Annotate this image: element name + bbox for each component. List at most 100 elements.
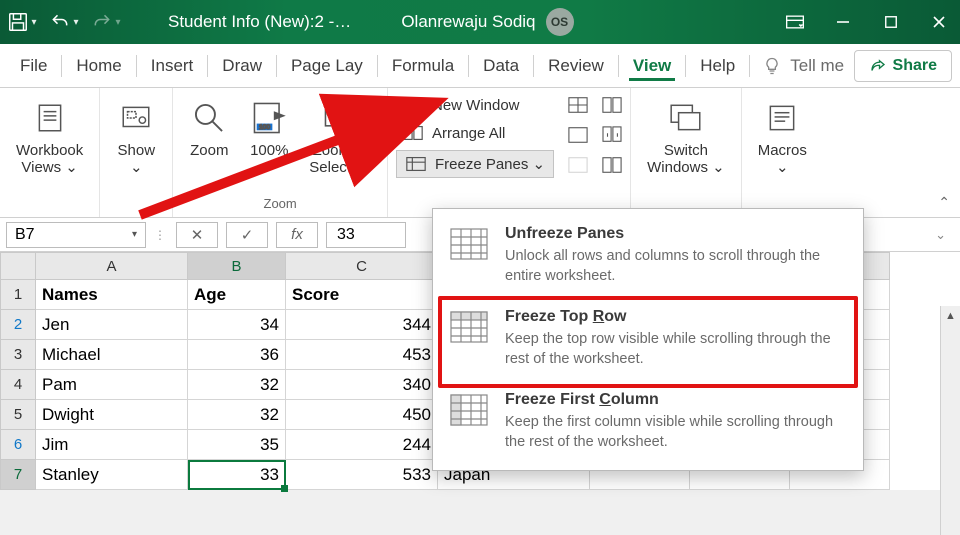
tab-file[interactable]: File	[8, 48, 59, 84]
document-title: Student Info (New):2 -…	[168, 12, 351, 32]
cell[interactable]: Age	[188, 280, 286, 310]
col-header-B[interactable]: B	[188, 252, 286, 280]
workbook-views-icon	[30, 98, 70, 138]
user-initials-badge[interactable]: OS	[546, 8, 574, 36]
tab-home[interactable]: Home	[64, 48, 133, 84]
cell[interactable]: Dwight	[36, 400, 188, 430]
macros-label: Macros ⌄	[758, 142, 807, 177]
tab-draw[interactable]: Draw	[210, 48, 274, 84]
row-header-3[interactable]: 3	[0, 340, 36, 370]
col-header-A[interactable]: A	[36, 252, 188, 280]
freeze-first-col-item[interactable]: Freeze First ColumnKeep the first column…	[433, 381, 863, 464]
tell-me[interactable]: Tell me	[762, 56, 844, 76]
cell[interactable]: 453	[286, 340, 438, 370]
fbar-handle-icon[interactable]: ⋮	[154, 228, 168, 242]
unhide-icon[interactable]	[568, 156, 590, 178]
ribbon-view: Workbook Views ⌄ Show ⌄ Zoom 100 100% Zo…	[0, 88, 960, 218]
minimize-icon[interactable]	[832, 11, 854, 33]
menu-bar: File Home Insert Draw Page Lay Formula D…	[0, 44, 960, 88]
cell[interactable]: Names	[36, 280, 188, 310]
cancel-entry-icon[interactable]: ✕	[176, 222, 218, 248]
zoom-group-label: Zoom	[264, 196, 297, 211]
arrange-all-button[interactable]: Arrange All	[396, 122, 554, 144]
cell[interactable]: 34	[188, 310, 286, 340]
cell[interactable]: Stanley	[36, 460, 188, 490]
cell[interactable]: Michael	[36, 340, 188, 370]
cell[interactable]: 450	[286, 400, 438, 430]
active-cell[interactable]: 33	[188, 460, 286, 490]
cell[interactable]: 32	[188, 370, 286, 400]
cell[interactable]: 344	[286, 310, 438, 340]
reset-pos-icon[interactable]	[602, 156, 624, 178]
freeze-panes-dropdown: Unfreeze PanesUnlock all rows and column…	[432, 208, 864, 471]
new-window-label: New Window	[432, 97, 520, 114]
freeze-first-col-title: Freeze First Column	[505, 391, 847, 409]
row-header-5[interactable]: 5	[0, 400, 36, 430]
switch-windows-label: Switch Windows ⌄	[647, 142, 725, 177]
save-icon[interactable]: ▾	[10, 10, 34, 34]
bulb-icon	[762, 56, 782, 76]
cell[interactable]: Score	[286, 280, 438, 310]
tab-help[interactable]: Help	[688, 48, 747, 84]
cell[interactable]: Jim	[36, 430, 188, 460]
unfreeze-desc: Unlock all rows and columns to scroll th…	[505, 247, 847, 286]
cell[interactable]: 340	[286, 370, 438, 400]
zoom-100-button[interactable]: 100 100%	[243, 94, 295, 181]
tab-insert[interactable]: Insert	[139, 48, 206, 84]
vertical-scrollbar[interactable]: ▲	[940, 306, 960, 535]
ribbon-options-icon[interactable]	[784, 11, 806, 33]
new-window-icon	[402, 96, 424, 114]
cell[interactable]: Pam	[36, 370, 188, 400]
arrange-all-label: Arrange All	[432, 125, 505, 142]
select-all-corner[interactable]	[0, 252, 36, 280]
row-header-4[interactable]: 4	[0, 370, 36, 400]
freeze-top-row-item[interactable]: Freeze Top RowKeep the top row visible w…	[433, 298, 863, 381]
cell[interactable]: 35	[188, 430, 286, 460]
tab-pagelayout[interactable]: Page Lay	[279, 48, 375, 84]
accept-entry-icon[interactable]: ✓	[226, 222, 268, 248]
share-button[interactable]: Share	[854, 50, 952, 82]
formula-value[interactable]: 33	[326, 222, 406, 248]
zoom-100-icon: 100	[249, 98, 289, 138]
hide-icon[interactable]	[568, 126, 590, 148]
macros-button[interactable]: Macros ⌄	[752, 94, 813, 181]
undo-icon[interactable]: ▾	[52, 10, 76, 34]
tab-data[interactable]: Data	[471, 48, 531, 84]
zoom-button[interactable]: Zoom	[183, 94, 235, 181]
close-icon[interactable]	[928, 11, 950, 33]
user-name: Olanrewaju Sodiq	[401, 12, 535, 32]
unfreeze-panes-item[interactable]: Unfreeze PanesUnlock all rows and column…	[433, 215, 863, 298]
tab-view[interactable]: View	[621, 48, 683, 84]
cell[interactable]: 32	[188, 400, 286, 430]
cell[interactable]: Jen	[36, 310, 188, 340]
cell[interactable]: 36	[188, 340, 286, 370]
name-box[interactable]: B7▾	[6, 222, 146, 248]
show-button[interactable]: Show ⌄	[110, 94, 162, 181]
collapse-ribbon-icon[interactable]: ⌃	[938, 194, 950, 211]
tab-formulas[interactable]: Formula	[380, 48, 466, 84]
row-header-1[interactable]: 1	[0, 280, 36, 310]
expand-fbar-icon[interactable]: ⌄	[935, 227, 954, 243]
col-header-C[interactable]: C	[286, 252, 438, 280]
fx-icon[interactable]: fx	[276, 222, 318, 248]
zoom-100-label: 100%	[250, 142, 288, 159]
zoom-selection-button[interactable]: Zoom to Selection	[303, 94, 377, 181]
split-icon[interactable]	[568, 96, 590, 118]
maximize-icon[interactable]	[880, 11, 902, 33]
sync-scroll-icon[interactable]	[602, 126, 624, 148]
workbook-views-button[interactable]: Workbook Views ⌄	[10, 94, 89, 181]
view-side-icon[interactable]	[602, 96, 624, 118]
cell[interactable]: 533	[286, 460, 438, 490]
new-window-button[interactable]: New Window	[396, 94, 554, 116]
share-label: Share	[893, 57, 937, 75]
row-header-6[interactable]: 6	[0, 430, 36, 460]
row-header-2[interactable]: 2	[0, 310, 36, 340]
cell[interactable]: 244	[286, 430, 438, 460]
switch-windows-button[interactable]: Switch Windows ⌄	[641, 94, 731, 181]
row-header-7[interactable]: 7	[0, 460, 36, 490]
tab-review[interactable]: Review	[536, 48, 616, 84]
scroll-up-icon[interactable]: ▲	[945, 310, 956, 322]
redo-icon[interactable]: ▾	[94, 10, 118, 34]
freeze-panes-button[interactable]: Freeze Panes ⌄	[396, 150, 554, 178]
zoom-selection-label: Zoom to Selection	[309, 142, 371, 177]
